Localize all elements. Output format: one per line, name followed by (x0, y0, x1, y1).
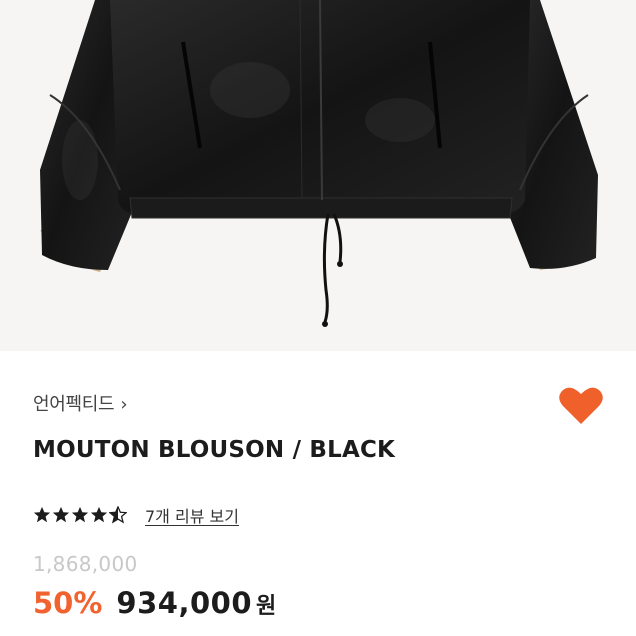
brand-name: 언어펙티드 (33, 394, 115, 415)
product-image[interactable] (0, 0, 636, 351)
sale-price: 934,000 (116, 586, 253, 620)
jacket-illustration (40, 0, 598, 327)
half-star-icon (109, 506, 127, 524)
star-icon (71, 506, 89, 523)
product-title: MOUTON BLOUSON / BLACK (33, 437, 396, 463)
heart-icon (559, 387, 603, 424)
brand-link[interactable]: 언어펙티드 › (33, 390, 128, 416)
star-icon (33, 506, 51, 523)
currency-unit: 원 (256, 594, 277, 619)
discount-rate: 50% (33, 586, 103, 620)
chevron-right-icon: › (120, 394, 128, 415)
price-row: 50% 934,000 원 (33, 586, 276, 620)
star-rating (33, 506, 127, 524)
original-price: 1,868,000 (33, 552, 138, 576)
favorite-button[interactable] (558, 384, 604, 426)
star-icon (90, 506, 108, 523)
star-icon (52, 506, 70, 523)
reviews-link[interactable]: 7개 리뷰 보기 (145, 503, 239, 527)
rating-row: 7개 리뷰 보기 (33, 503, 239, 527)
